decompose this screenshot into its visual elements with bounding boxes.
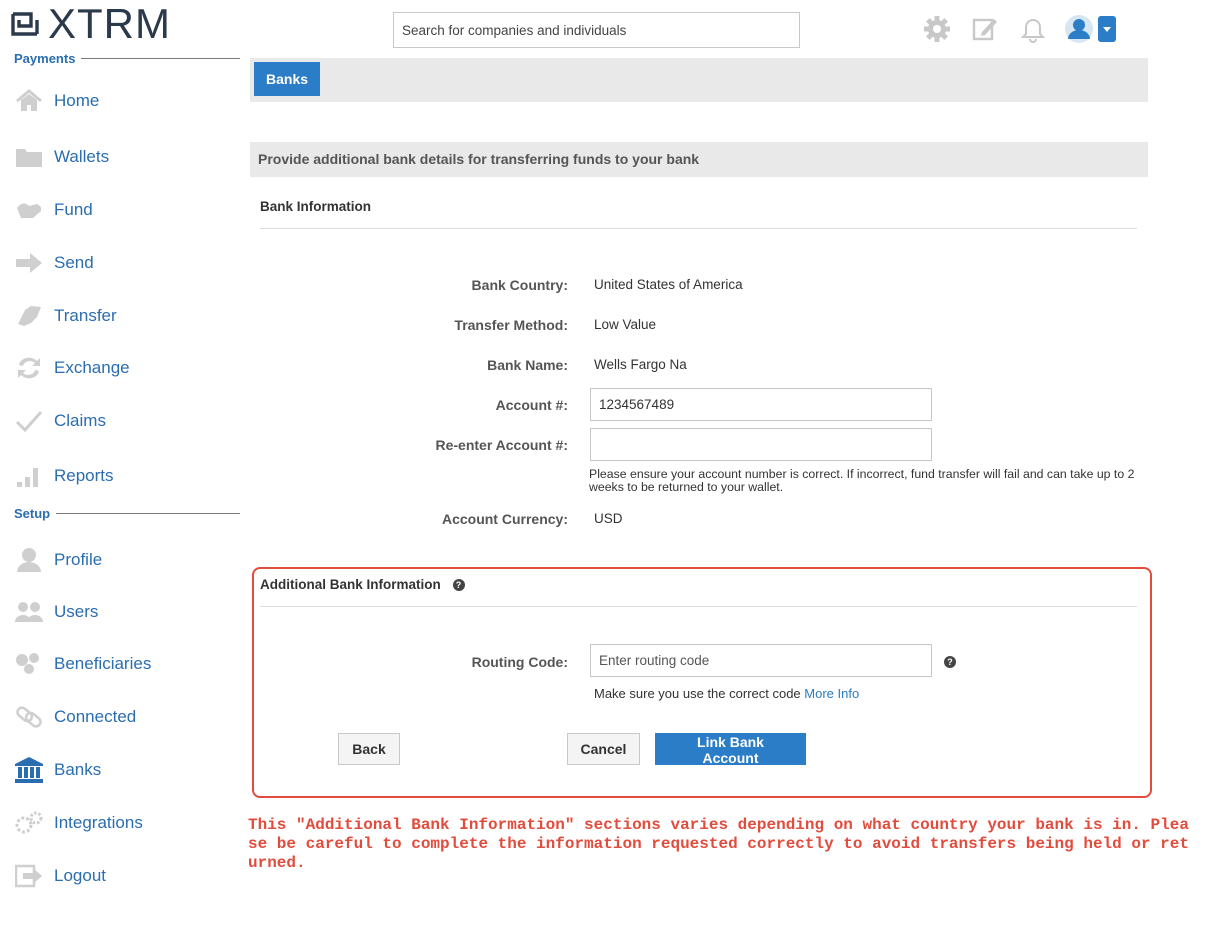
additional-bank-information-title: Additional Bank Information: [260, 577, 441, 592]
sidebar-item-label: Connected: [54, 707, 137, 726]
user-icon: [17, 548, 41, 572]
link-icon: [16, 706, 42, 728]
search-input[interactable]: [393, 12, 800, 48]
bell-icon: [1021, 19, 1045, 43]
account-currency-value: USD: [594, 511, 623, 526]
sidebar-item-label: Wallets: [54, 147, 110, 166]
sidebar-item-label: Home: [54, 91, 100, 110]
checkmark-icon: [15, 411, 43, 433]
back-button[interactable]: Back: [338, 733, 400, 765]
sidebar-item-reports[interactable]: Reports: [14, 458, 114, 494]
sidebar-item-label: Exchange: [54, 358, 130, 377]
sidebar-item-banks[interactable]: Banks: [14, 752, 101, 788]
sidebar-section-title: Payments: [14, 51, 76, 66]
reenter-account-field[interactable]: [590, 428, 932, 461]
logout-icon: [15, 864, 42, 888]
cancel-button[interactable]: Cancel: [567, 733, 640, 765]
sidebar-item-claims[interactable]: Claims: [14, 403, 106, 439]
account-number-field[interactable]: [590, 388, 932, 421]
sidebar-section-payments: Payments: [14, 51, 240, 66]
section-divider: [260, 606, 1137, 607]
sidebar-item-label: Transfer: [54, 306, 117, 325]
account-number-note: Please ensure your account number is cor…: [589, 467, 1135, 494]
section-divider: [56, 513, 240, 514]
bank-icon: [15, 757, 43, 783]
sidebar-item-label: Users: [54, 602, 99, 621]
bank-information-title: Bank Information: [260, 199, 372, 214]
sidebar-item-wallets[interactable]: Wallets: [14, 139, 109, 175]
sidebar-item-users[interactable]: Users: [14, 594, 98, 630]
cogs-icon: [15, 811, 43, 834]
sidebar-section-setup: Setup: [14, 506, 240, 521]
sidebar-item-label: Send: [54, 253, 94, 272]
bank-name-value: Wells Fargo Na: [594, 357, 687, 372]
gear-icon: [924, 16, 950, 42]
user-menu-button[interactable]: [1064, 14, 1116, 44]
user-menu-toggle[interactable]: [1098, 16, 1116, 42]
sidebar-item-fund[interactable]: Fund: [14, 192, 93, 228]
sidebar-item-connected[interactable]: Connected: [14, 699, 136, 735]
folder-icon: [16, 149, 42, 167]
sidebar-section-title: Setup: [14, 506, 51, 521]
routing-code-note: Make sure you use the correct code: [594, 686, 801, 701]
sidebar-item-label: Banks: [54, 760, 102, 779]
sidebar-item-label: Reports: [54, 466, 114, 485]
additional-bank-information-header: Additional Bank Information ?: [260, 577, 465, 592]
transfer-method-label: Transfer Method:: [454, 317, 568, 333]
tab-banks[interactable]: Banks: [254, 62, 321, 96]
notifications-button[interactable]: [1016, 14, 1050, 44]
sidebar-item-logout[interactable]: Logout: [14, 858, 106, 894]
sidebar-item-label: Beneficiaries: [54, 654, 152, 673]
caret-down-icon: [1103, 27, 1111, 32]
sidebar-item-label: Integrations: [54, 813, 143, 832]
help-icon[interactable]: ?: [944, 656, 956, 668]
fund-icon: [17, 203, 42, 218]
reenter-account-label: Re-enter Account #:: [435, 437, 568, 453]
settings-button[interactable]: [920, 14, 954, 44]
more-info-link[interactable]: More Info: [804, 686, 859, 701]
header-toolbar: [920, 14, 1116, 44]
sidebar-item-label: Logout: [54, 866, 106, 885]
users-icon: [15, 602, 43, 622]
sidebar-item-label: Fund: [54, 200, 93, 219]
sidebar-item-home[interactable]: Home: [14, 83, 99, 119]
transfer-icon: [18, 306, 41, 326]
routing-code-label: Routing Code:: [471, 654, 568, 670]
home-icon: [16, 89, 42, 111]
help-icon[interactable]: ?: [452, 579, 465, 592]
user-avatar-icon: [1065, 15, 1093, 43]
compose-button[interactable]: [968, 14, 1002, 44]
brand-name: XTRM: [48, 0, 171, 47]
sidebar-item-label: Claims: [54, 411, 106, 430]
arrow-right-icon: [16, 253, 42, 273]
sidebar-item-exchange[interactable]: Exchange: [14, 350, 130, 386]
exchange-icon: [18, 357, 40, 379]
tab-bar: Banks: [250, 58, 1148, 102]
beneficiaries-icon: [16, 653, 39, 674]
annotation-callout: This "Additional Bank Information" secti…: [248, 816, 1189, 872]
brand-logo[interactable]: XTRM: [10, 2, 171, 46]
sidebar-item-profile[interactable]: Profile: [14, 542, 102, 578]
bar-chart-icon: [17, 468, 38, 487]
edit-icon: [972, 18, 997, 41]
sidebar-item-beneficiaries[interactable]: Beneficiaries: [14, 646, 151, 682]
transfer-method-value: Low Value: [594, 317, 657, 332]
bank-country-label: Bank Country:: [471, 277, 568, 293]
link-bank-account-button[interactable]: Link Bank Account: [655, 733, 806, 766]
routing-code-note-wrap: Make sure you use the correct code More …: [594, 686, 859, 701]
section-divider: [260, 228, 1137, 229]
panel-title: Provide additional bank details for tran…: [250, 142, 1148, 177]
sidebar-item-send[interactable]: Send: [14, 245, 94, 281]
xtrm-logo-icon: [11, 12, 39, 36]
account-currency-label: Account Currency:: [441, 511, 568, 527]
section-divider: [81, 58, 240, 59]
account-number-label: Account #:: [495, 397, 568, 413]
bank-name-label: Bank Name:: [487, 357, 568, 373]
sidebar-item-label: Profile: [54, 550, 103, 569]
sidebar-item-integrations[interactable]: Integrations: [14, 805, 143, 841]
routing-code-field[interactable]: [590, 644, 932, 677]
sidebar-item-transfer[interactable]: Transfer: [14, 298, 117, 334]
bank-country-value: United States of America: [594, 277, 743, 292]
